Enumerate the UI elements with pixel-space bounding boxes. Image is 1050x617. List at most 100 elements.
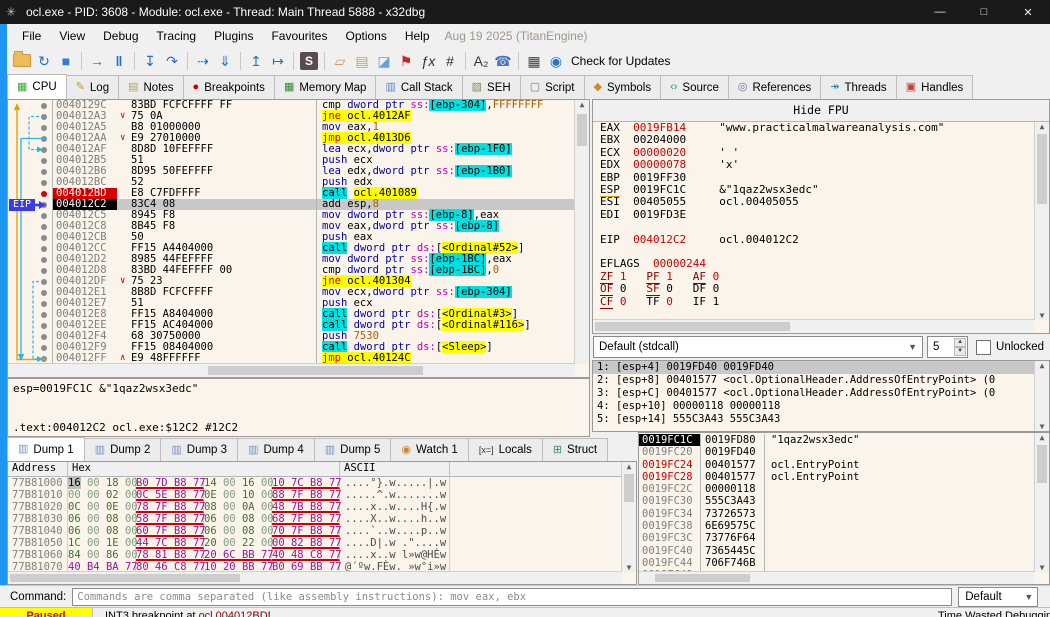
stack-row[interactable]: 0019FC2800401577ocl.EntryPoint bbox=[639, 471, 1035, 483]
function-icon[interactable]: ƒx bbox=[417, 51, 439, 71]
tab-handles[interactable]: ▣Handles bbox=[896, 75, 974, 99]
minimize-button[interactable]: — bbox=[918, 6, 962, 18]
bookmark-icon[interactable]: ⚑ bbox=[395, 51, 417, 71]
instruction-dot[interactable] bbox=[41, 290, 47, 296]
argument-row[interactable]: 2: [esp+8] 00401577 <ocl.OptionalHeader.… bbox=[593, 374, 1035, 387]
instruction-dot[interactable] bbox=[41, 114, 47, 120]
tab-dump-3[interactable]: ▥Dump 3 bbox=[160, 438, 238, 461]
dump-horizontal-scrollbar[interactable] bbox=[8, 571, 622, 584]
stack-row[interactable]: 0019FC3473726573 bbox=[639, 508, 1035, 520]
arguments-pane[interactable]: 1: [esp+4] 0019FD40 0019FD402: [esp+8] 0… bbox=[592, 360, 1050, 432]
instruction-dot[interactable] bbox=[41, 356, 47, 362]
dump-row[interactable]: 77B8106084 00 86 0078 81 B8 7720 6C BB 7… bbox=[8, 549, 622, 561]
command-input[interactable] bbox=[72, 588, 952, 606]
label-icon[interactable]: ◪ bbox=[373, 51, 395, 71]
tab-breakpoints[interactable]: ●Breakpoints bbox=[183, 75, 275, 99]
menu-options[interactable]: Options bbox=[336, 26, 395, 46]
stack-pane[interactable]: 0019FC1C0019FD80"1qaz2wsx3edc"0019FC2000… bbox=[638, 432, 1050, 585]
menu-tracing[interactable]: Tracing bbox=[148, 26, 206, 46]
instruction-dot[interactable] bbox=[41, 158, 47, 164]
dump-pane[interactable]: Address Hex ASCII 77B8100016 00 18 00B0 … bbox=[7, 461, 637, 585]
scroll-down-icon[interactable]: ▼ bbox=[1035, 422, 1049, 431]
comment-icon[interactable]: ▤ bbox=[351, 51, 373, 71]
registers-pane[interactable]: Hide FPU EAX 0019FB14 "www.practicalmalw… bbox=[592, 99, 1050, 334]
argument-row[interactable]: 4: [esp+10] 00000118 00000118 bbox=[593, 400, 1035, 413]
tab-symbols[interactable]: ◆Symbols bbox=[584, 75, 662, 99]
stack-row[interactable]: 0019FC30555C3A43 bbox=[639, 495, 1035, 507]
open-file-icon[interactable] bbox=[11, 51, 33, 71]
scroll-up-icon[interactable]: ▲ bbox=[622, 462, 636, 471]
tab-threads[interactable]: ↠Threads bbox=[820, 75, 896, 99]
tab-source[interactable]: ‹›Source bbox=[660, 75, 729, 99]
tab-dump-5[interactable]: ▥Dump 5 bbox=[314, 438, 392, 461]
instruction-dot[interactable] bbox=[41, 257, 47, 263]
checkbox-icon[interactable] bbox=[976, 340, 991, 355]
tab-cpu[interactable]: ▦CPU bbox=[7, 74, 67, 99]
instruction-dot[interactable] bbox=[41, 246, 47, 252]
dump-vertical-scrollbar[interactable]: ▲ ▼ bbox=[621, 462, 636, 572]
instruction-dot[interactable] bbox=[41, 147, 47, 153]
instruction-dot[interactable] bbox=[41, 334, 47, 340]
instruction-dot[interactable] bbox=[41, 268, 47, 274]
scroll-up-icon[interactable]: ▲ bbox=[575, 100, 589, 109]
menu-help[interactable]: Help bbox=[396, 26, 439, 46]
menu-favourites[interactable]: Favourites bbox=[262, 26, 336, 46]
tab-notes[interactable]: ▤Notes bbox=[118, 75, 183, 99]
stack-row[interactable]: 0019FC386E69575C bbox=[639, 520, 1035, 532]
argument-row[interactable]: 1: [esp+4] 0019FD40 0019FD40 bbox=[593, 361, 1035, 374]
instruction-dot[interactable] bbox=[41, 301, 47, 307]
dump-row[interactable]: 77B810501C 00 1E 0044 7C B8 7720 00 22 0… bbox=[8, 537, 622, 549]
tab-watch-1[interactable]: ◉Watch 1 bbox=[390, 438, 468, 461]
tab-memory-map[interactable]: ▦Memory Map bbox=[274, 75, 377, 99]
stack-horizontal-scrollbar[interactable] bbox=[639, 571, 1035, 584]
tab-locals[interactable]: [x=]Locals bbox=[468, 438, 543, 461]
tab-call-stack[interactable]: ▥Call Stack bbox=[375, 75, 462, 99]
argument-depth-stepper[interactable]: 5 ▲▼ bbox=[927, 336, 968, 358]
registers-horizontal-scrollbar[interactable] bbox=[593, 319, 1035, 333]
tab-dump-4[interactable]: ▥Dump 4 bbox=[237, 438, 315, 461]
calculator-icon[interactable]: ▦ bbox=[523, 51, 545, 71]
stop-icon[interactable]: ■ bbox=[55, 51, 77, 71]
instruction-dot[interactable] bbox=[41, 136, 47, 142]
tab-dump-1[interactable]: ▥Dump 1 bbox=[7, 437, 85, 461]
run-to-user-code-icon[interactable]: ↦ bbox=[267, 51, 289, 71]
spin-up-icon[interactable]: ▲ bbox=[954, 338, 966, 347]
tab-seh[interactable]: ▧SEH bbox=[462, 75, 521, 99]
instruction-dot[interactable] bbox=[41, 224, 47, 230]
stack-row[interactable]: 0019FC407365445C bbox=[639, 545, 1035, 557]
instruction-dot[interactable] bbox=[41, 169, 47, 175]
strings-icon[interactable]: A₂ bbox=[470, 51, 492, 71]
tab-script[interactable]: ▢Script bbox=[520, 75, 585, 99]
tab-dump-2[interactable]: ▥Dump 2 bbox=[84, 438, 162, 461]
dump-row[interactable]: 77B8104006 00 08 0060 7F B8 7706 00 08 0… bbox=[8, 525, 622, 537]
pause-icon[interactable]: ‖ bbox=[108, 51, 130, 71]
disassembly-horizontal-scrollbar[interactable] bbox=[8, 363, 575, 377]
instruction-dot[interactable] bbox=[41, 125, 47, 131]
hash-icon[interactable]: # bbox=[439, 51, 461, 71]
menu-file[interactable]: File bbox=[13, 26, 50, 46]
scroll-up-icon[interactable]: ▲ bbox=[1035, 122, 1049, 131]
command-mode-select[interactable]: Default ▼ bbox=[958, 587, 1038, 607]
instruction-dot[interactable] bbox=[41, 213, 47, 219]
instruction-dot[interactable] bbox=[41, 180, 47, 186]
instruction-dot[interactable] bbox=[41, 312, 47, 318]
instruction-dot[interactable] bbox=[41, 235, 47, 241]
menu-view[interactable]: View bbox=[50, 26, 94, 46]
script-icon[interactable]: S bbox=[300, 52, 318, 70]
menu-debug[interactable]: Debug bbox=[94, 26, 147, 46]
dump-row[interactable]: 77B810200C 00 0E 0078 7F B8 7708 00 0A 0… bbox=[8, 501, 622, 513]
tab-references[interactable]: ◎References bbox=[728, 75, 821, 99]
close-button[interactable]: ✕ bbox=[1006, 6, 1050, 19]
stack-row[interactable]: 0019FC1C0019FD80"1qaz2wsx3edc" bbox=[639, 434, 1035, 446]
scroll-down-icon[interactable]: ▼ bbox=[1035, 311, 1049, 320]
run-icon[interactable]: → bbox=[86, 51, 108, 71]
register-line[interactable]: EIP 004012C2 ocl.004012C2 bbox=[600, 234, 1042, 246]
update-globe-icon[interactable]: ◉ bbox=[545, 51, 567, 71]
stack-row[interactable]: 0019FC2400401577ocl.EntryPoint bbox=[639, 459, 1035, 471]
instruction-dot[interactable] bbox=[41, 103, 47, 109]
dump-row[interactable]: 77B8101000 00 02 000C 5E B8 770E 00 10 0… bbox=[8, 489, 622, 501]
instruction-dot[interactable] bbox=[41, 323, 47, 329]
hide-fpu-button[interactable]: Hide FPU bbox=[593, 100, 1049, 122]
disassembly-vertical-scrollbar[interactable]: ▲ bbox=[574, 100, 589, 364]
dump-row[interactable]: 77B8103006 00 08 0058 7F B8 7706 00 08 0… bbox=[8, 513, 622, 525]
